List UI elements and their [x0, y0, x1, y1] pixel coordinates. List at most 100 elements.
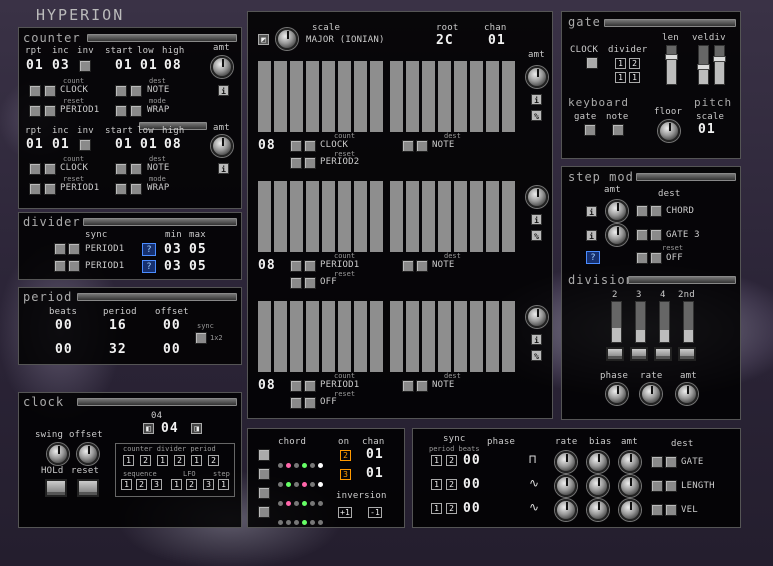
step-bar[interactable]	[470, 301, 483, 372]
seq-info-button[interactable]: i	[531, 214, 542, 225]
seq-count-checkbox-b[interactable]	[304, 140, 316, 152]
scale-value[interactable]: MAJOR (IONIAN)	[306, 35, 385, 45]
cdp-btn-2[interactable]: 2	[140, 455, 151, 466]
lfo-rate-knob[interactable]	[555, 499, 577, 521]
seq-steps-value[interactable]: 08	[258, 378, 276, 393]
div-sync-checkbox-a[interactable]	[54, 243, 66, 255]
lfo-sync-beats-btn[interactable]: 2	[446, 503, 457, 514]
seq-count-checkbox-a[interactable]	[290, 260, 302, 272]
lfo-sync-period-btn[interactable]: 1	[431, 455, 442, 466]
step-bar[interactable]	[354, 301, 367, 372]
count-checkbox-2a[interactable]	[29, 163, 41, 175]
lfo-dest-checkbox-b[interactable]	[665, 504, 677, 516]
count-checkbox-b[interactable]	[44, 85, 56, 97]
seq-reset-checkbox-a[interactable]	[290, 277, 302, 289]
step-bar[interactable]	[370, 181, 383, 252]
lfo-bias-knob[interactable]	[587, 499, 609, 521]
mode-checkbox-2a[interactable]	[115, 183, 127, 195]
lfo-dest-checkbox-a[interactable]	[651, 480, 663, 492]
info-button[interactable]: i	[218, 85, 229, 96]
beatdiv-value[interactable]: 04	[161, 421, 179, 436]
cdp-btn-1[interactable]: 1	[123, 455, 134, 466]
chord-row-checkbox-2[interactable]	[258, 468, 270, 480]
step-bar[interactable]	[258, 181, 271, 252]
lfo-rate-knob[interactable]	[555, 475, 577, 497]
stepmod-amt-knob-1[interactable]	[606, 200, 628, 222]
inv-checkbox[interactable]	[79, 60, 91, 72]
stepmod-info-1[interactable]: i	[586, 206, 597, 217]
hold-button[interactable]	[45, 479, 67, 497]
step-btn-2[interactable]: 1	[218, 479, 229, 490]
stepmod-info-2[interactable]: i	[586, 230, 597, 241]
step-bar[interactable]	[406, 181, 419, 252]
chord-on-btn-1[interactable]: 2	[340, 450, 351, 461]
kb-gate-checkbox[interactable]	[584, 124, 596, 136]
step-bar[interactable]	[290, 61, 303, 132]
seq-count-value[interactable]: PERIOD1	[320, 260, 359, 270]
swing-knob[interactable]	[47, 443, 69, 465]
mode-value[interactable]: WRAP	[147, 105, 169, 115]
chord-on-btn-2[interactable]: 3	[340, 469, 351, 480]
lfo-btn-2[interactable]: 2	[186, 479, 197, 490]
scale-edit-button[interactable]: ◩	[258, 34, 269, 45]
cdp-btn-4[interactable]: 2	[174, 455, 185, 466]
lfo-phase-value[interactable]: 00	[463, 453, 481, 468]
chord-row-checkbox-1[interactable]	[258, 449, 270, 461]
division-button-4[interactable]	[678, 347, 696, 361]
lfo-amt-knob[interactable]	[619, 451, 641, 473]
seq-reset-checkbox-a[interactable]	[290, 157, 302, 169]
division-button-3[interactable]	[654, 347, 672, 361]
seq-steps-value[interactable]: 08	[258, 138, 276, 153]
period-value[interactable]: 16	[109, 318, 127, 333]
stepmod-dest-value-2[interactable]: GATE 3	[666, 230, 700, 240]
seq-btn-1[interactable]: 1	[121, 479, 132, 490]
seq-reset-checkbox-b[interactable]	[304, 277, 316, 289]
lfo-amt-knob[interactable]	[619, 499, 641, 521]
div-sync-checkbox-c[interactable]	[54, 260, 66, 272]
seq-reset-value[interactable]: OFF	[320, 277, 337, 287]
division-button-1[interactable]	[606, 347, 624, 361]
mode-checkbox-2b[interactable]	[130, 183, 142, 195]
lfo-sync-period-btn[interactable]: 1	[431, 479, 442, 490]
chord-dots-1[interactable]	[278, 453, 326, 468]
step-bar[interactable]	[438, 181, 451, 252]
step-bar[interactable]	[338, 181, 351, 252]
period-x2-checkbox[interactable]	[195, 332, 207, 344]
step-bar[interactable]	[290, 181, 303, 252]
div-handle[interactable]	[713, 56, 726, 63]
reset-button[interactable]	[77, 479, 99, 497]
step-bar[interactable]	[502, 61, 515, 132]
cdp-btn-5[interactable]: 1	[191, 455, 202, 466]
count-checkbox-a[interactable]	[29, 85, 41, 97]
seq-dest-checkbox-b[interactable]	[416, 260, 428, 272]
step-bar[interactable]	[354, 181, 367, 252]
lfo-dest-value[interactable]: VEL	[681, 505, 698, 515]
stepmod-dest-checkbox-2a[interactable]	[636, 229, 648, 241]
div-sync-value[interactable]: PERIOD1	[85, 244, 124, 254]
step-bar[interactable]	[454, 301, 467, 372]
start-value[interactable]: 01	[115, 58, 133, 73]
step-bar[interactable]	[338, 301, 351, 372]
beatdiv-plus-button[interactable]: ◨	[191, 423, 202, 434]
count-value-2[interactable]: CLOCK	[60, 163, 88, 173]
low-value[interactable]: 01	[140, 58, 158, 73]
stepmod-dest-value-1[interactable]: CHORD	[666, 206, 694, 216]
rpt-value[interactable]: 01	[26, 58, 44, 73]
div-max-value[interactable]: 05	[189, 242, 207, 257]
gate-div-btn-3[interactable]: 1	[615, 72, 626, 83]
info-button-2[interactable]: i	[218, 163, 229, 174]
division-button-2[interactable]	[630, 347, 648, 361]
div-help-button[interactable]: ?	[142, 243, 156, 256]
step-bar[interactable]	[502, 301, 515, 372]
seq-count-checkbox-a[interactable]	[290, 380, 302, 392]
seq-dest-value[interactable]: NOTE	[432, 380, 454, 390]
division-slider-3[interactable]	[659, 301, 670, 343]
division-slider-1[interactable]	[611, 301, 622, 343]
vel-handle[interactable]	[697, 63, 710, 70]
division-slider-2[interactable]	[635, 301, 646, 343]
reset-checkbox-2b[interactable]	[44, 183, 56, 195]
step-bar[interactable]	[438, 301, 451, 372]
step-bar[interactable]	[454, 181, 467, 252]
seq-amt-knob[interactable]	[526, 306, 548, 328]
seq-percent-button[interactable]: %	[531, 350, 542, 361]
